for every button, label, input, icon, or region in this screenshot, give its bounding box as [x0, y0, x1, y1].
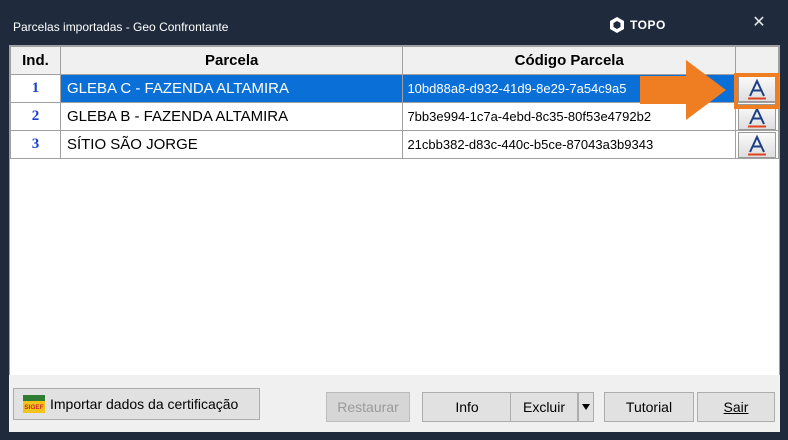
brand-label: TOPO: [630, 18, 666, 32]
excluir-button[interactable]: Excluir: [510, 392, 578, 422]
topo-logo: TOPO: [608, 16, 666, 34]
sair-button[interactable]: Sair: [697, 392, 775, 422]
row-ind: 2: [10, 102, 61, 131]
row-parcela[interactable]: GLEBA C - FAZENDA ALTAMIRA: [59, 74, 404, 103]
letter-a-icon: [747, 134, 766, 155]
button-bar: SIGEF Importar dados da certificação Res…: [9, 375, 780, 432]
svg-text:SIGEF: SIGEF: [24, 404, 44, 411]
tutorial-button[interactable]: Tutorial: [604, 392, 694, 422]
importar-label: Importar dados da certificação: [50, 396, 239, 412]
window-title: Parcelas importadas - Geo Confrontante: [13, 20, 229, 34]
row-ind: 3: [10, 130, 61, 159]
row-parcela[interactable]: GLEBA B - FAZENDA ALTAMIRA: [59, 102, 404, 131]
topo-logo-icon: [610, 17, 624, 33]
header-ind[interactable]: Ind.: [10, 46, 61, 75]
sigef-icon: SIGEF: [23, 395, 45, 413]
excluir-dropdown-button[interactable]: [578, 392, 594, 422]
restaurar-button[interactable]: Restaurar: [326, 392, 410, 422]
close-icon[interactable]: ✕: [751, 15, 767, 31]
pointer-arrow-icon: [640, 60, 726, 120]
row-action-cell: [734, 130, 780, 159]
edit-button[interactable]: [737, 131, 776, 158]
header-action: [734, 46, 780, 75]
row-codigo[interactable]: 21cbb382-d83c-440c-b5ce-87043a3b9343: [402, 130, 736, 159]
dropdown-arrow-icon: [582, 404, 590, 410]
title-bar: Parcelas importadas - Geo Confrontante T…: [0, 0, 788, 40]
header-parcela[interactable]: Parcela: [59, 46, 404, 75]
info-button[interactable]: Info: [422, 392, 512, 422]
table-row[interactable]: 3 SÍTIO SÃO JORGE 21cbb382-d83c-440c-b5c…: [10, 130, 780, 159]
importar-button[interactable]: SIGEF Importar dados da certificação: [13, 388, 260, 420]
row-parcela[interactable]: SÍTIO SÃO JORGE: [59, 130, 404, 159]
highlight-box: [734, 73, 779, 109]
row-ind: 1: [10, 74, 61, 103]
app-window: Parcelas importadas - Geo Confrontante T…: [0, 0, 788, 440]
